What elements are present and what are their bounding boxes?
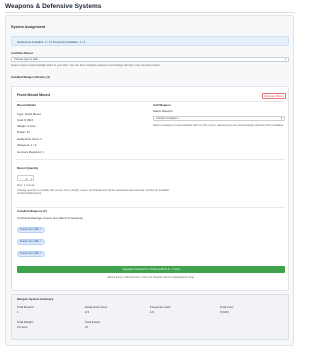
chip-remove-icon[interactable]: × [40, 252, 42, 255]
mount-hardpoints-used: Hardpoints Used: 1 [17, 137, 42, 141]
weapon-chip[interactable]: Fusion Gun (4D)× [17, 239, 45, 245]
total-mounts-value: 1 [17, 310, 19, 314]
summary-title: Weapon System Summary: [17, 297, 55, 301]
hardpoints-info-text: Hardpoints Available: 1 / 3 | Firepoints… [17, 40, 86, 44]
weapon-chip-label: Fusion Gun (4D) [20, 228, 40, 231]
select-weapon-dropdown[interactable]: Choose a weapon... ▾ [153, 116, 285, 121]
chip-remove-icon[interactable]: × [40, 240, 42, 243]
details-divider [15, 159, 285, 160]
quantity-increment-button[interactable]: + [31, 177, 33, 181]
select-weapon-label: Select Weapon: [153, 109, 174, 113]
mount-quantity-label: Mount Quantity [17, 166, 39, 170]
add-weapon-hint: Select a weapon to automatically add it … [153, 124, 284, 127]
installed-weapons-label: Installed Weapons (3) [17, 209, 47, 213]
mount-weapons-count: Weapons: 1 / 3 [17, 143, 37, 147]
mount-type: Type: Fixed Mount [17, 112, 41, 116]
mount-header-divider [15, 101, 285, 102]
total-cost-value: 8 (MC) [220, 310, 229, 314]
firepoints-used-value: 1/2 [150, 310, 155, 314]
add-mount-label: Add New Mount [11, 51, 33, 55]
total-power-value: 27 [85, 325, 89, 329]
mount-power: Power: 27 [17, 130, 31, 134]
chevron-down-icon: ▾ [284, 58, 286, 61]
installed-mounts-label: Installed Weapon Mounts (1) [11, 75, 51, 79]
page-title: Weapons & Defensive Systems [5, 3, 102, 10]
quantity-divider [15, 207, 285, 208]
combined-damage: Combined Damage: Fusion Gun 4D+6 (3 weap… [17, 216, 83, 220]
hardpoints-info-bar: Hardpoints Available: 1 / 3 | Firepoints… [11, 36, 289, 46]
add-weapon-title: Add Weapon [153, 103, 171, 107]
quantity-value: 1 [25, 176, 28, 181]
quantity-decrement-button[interactable]: - [20, 177, 21, 181]
weapon-chip[interactable]: Fusion Gun (4D)× [17, 227, 45, 233]
section-title: System Assignment [11, 25, 46, 29]
select-weapon-value: Choose a weapon... [156, 117, 180, 120]
mount-weight: Weight: 0 tons [17, 124, 36, 128]
upgrade-hint: Allows firing in all directions. Only on… [107, 276, 195, 279]
mount-cost: Cost: 8 (MC) [17, 118, 34, 122]
quantity-stepper[interactable]: - 1 + [17, 175, 34, 181]
title-divider [5, 12, 295, 13]
quantity-max: Max: 1 mounts [17, 184, 35, 187]
quantity-hint: Change quantity to multiply this mount. … [17, 189, 170, 196]
remove-mount-button[interactable]: Remove Mount [262, 93, 286, 99]
total-weight-value: 0.0 tons [17, 325, 28, 329]
mount-gunners: Gunners Required: 1 [17, 150, 44, 154]
add-mount-select-value: Choose type to add... [14, 58, 40, 61]
hardpoints-used-value: 1/3 [85, 310, 90, 314]
upgrade-turret-button[interactable]: Upgrade Firepoint to Turret (+4D-0.0, +7… [17, 266, 285, 273]
mount-title: Fixed Mount Mount [17, 93, 50, 97]
add-mount-hint: Select a type to automatically add it to… [11, 64, 161, 67]
add-mount-select[interactable]: Choose type to add... ▾ [11, 57, 289, 62]
weapon-chip-label: Fusion Gun (4D) [20, 252, 40, 255]
weapon-chip[interactable]: Fusion Gun (4D)× [17, 251, 45, 257]
chip-remove-icon[interactable]: × [40, 228, 42, 231]
weapon-chip-label: Fusion Gun (4D) [20, 240, 40, 243]
total-mounts-label: Total Mounts: [17, 305, 35, 309]
mount-details-title: Mount Details [17, 103, 36, 107]
chevron-down-icon: ▾ [280, 117, 282, 120]
